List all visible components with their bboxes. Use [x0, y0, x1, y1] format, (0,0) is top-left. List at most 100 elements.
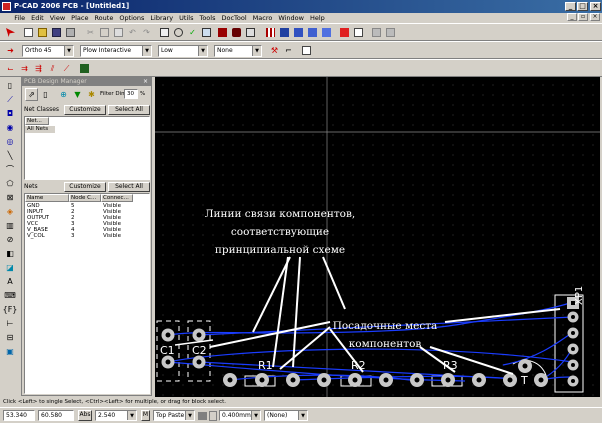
- panel-close-icon[interactable]: ×: [143, 77, 148, 86]
- paste-icon[interactable]: [112, 26, 125, 39]
- col-connections[interactable]: Connec...: [101, 194, 133, 202]
- filter-dim-input[interactable]: 30: [124, 89, 138, 99]
- place-fill-icon[interactable]: ◧: [4, 248, 16, 259]
- net-classes-col[interactable]: Net...: [25, 117, 49, 125]
- place-cutout-icon[interactable]: ⊠: [4, 192, 16, 203]
- nets-select-all-button[interactable]: Select All: [108, 182, 150, 192]
- menu-library[interactable]: Library: [147, 13, 176, 23]
- pick-icon[interactable]: [306, 26, 319, 39]
- close-button[interactable]: ×: [590, 2, 601, 11]
- zoom-icon[interactable]: [172, 26, 185, 39]
- place-point-icon[interactable]: ▣: [4, 346, 16, 357]
- miter-icon[interactable]: ⟋: [60, 62, 73, 75]
- place-pad-icon[interactable]: [230, 26, 243, 39]
- menu-edit[interactable]: Edit: [28, 13, 47, 23]
- open-icon[interactable]: [36, 26, 49, 39]
- redo-icon[interactable]: ↷: [140, 26, 153, 39]
- place-dimension-icon[interactable]: ⊢: [4, 318, 16, 329]
- route-multi-icon[interactable]: ⇶: [32, 62, 45, 75]
- net-classes-select-all-button[interactable]: Select All: [108, 105, 150, 115]
- list-item[interactable]: All Nets: [25, 126, 55, 133]
- place-plane-icon[interactable]: ▥: [4, 220, 16, 231]
- place-polygon-icon[interactable]: ⬠: [4, 178, 16, 189]
- doc-view-icon[interactable]: ▯: [39, 88, 52, 101]
- menu-route[interactable]: Route: [91, 13, 116, 23]
- table-row[interactable]: V_COL 3 Visible: [25, 233, 135, 240]
- place-keepout-icon[interactable]: ⊘: [4, 234, 16, 245]
- route-manual-icon[interactable]: ⌙: [4, 62, 17, 75]
- cut-icon[interactable]: ✂: [84, 26, 97, 39]
- place-copper-icon[interactable]: ◈: [4, 206, 16, 217]
- route-mode-icon[interactable]: ➜: [4, 44, 17, 57]
- menu-macro[interactable]: Macro: [250, 13, 276, 23]
- doc-close-button[interactable]: ×: [590, 13, 600, 21]
- menu-options[interactable]: Options: [116, 13, 147, 23]
- print-icon[interactable]: [64, 26, 77, 39]
- filter-icon[interactable]: ▼: [71, 88, 84, 101]
- route-tool-icon[interactable]: ⟋: [4, 94, 16, 105]
- menu-file[interactable]: File: [11, 13, 28, 23]
- new-icon[interactable]: [22, 26, 35, 39]
- cursor-icon[interactable]: [4, 26, 17, 39]
- none-select[interactable]: None ▼: [214, 45, 262, 57]
- maximize-button[interactable]: □: [577, 2, 588, 11]
- drc-icon[interactable]: ✓: [186, 26, 199, 39]
- menu-utils[interactable]: Utils: [176, 13, 196, 23]
- doc-minimize-button[interactable]: _: [567, 13, 577, 21]
- net-class-view-icon[interactable]: ⇗: [25, 88, 38, 101]
- layer-color-swatch[interactable]: [198, 412, 207, 420]
- place-field-icon[interactable]: {F}: [3, 304, 18, 315]
- save-layer-icon[interactable]: [292, 26, 305, 39]
- abs-button[interactable]: Abs: [78, 410, 92, 421]
- menu-doctool[interactable]: DocTool: [218, 13, 249, 23]
- doc-restore-button[interactable]: ▫: [578, 13, 588, 21]
- place-pad-tool-icon[interactable]: ◉: [4, 122, 16, 133]
- grid-select[interactable]: 2.540 ▼: [95, 410, 137, 421]
- copy-icon[interactable]: [98, 26, 111, 39]
- menu-place[interactable]: Place: [68, 13, 91, 23]
- place-via-icon[interactable]: ◎: [4, 136, 16, 147]
- zoom-window-icon[interactable]: [158, 26, 171, 39]
- library-icon[interactable]: [320, 26, 333, 39]
- route-icon[interactable]: [244, 26, 257, 39]
- nets-customize-button[interactable]: Customize: [64, 182, 106, 192]
- layer-select[interactable]: Top Paste ▼: [153, 410, 195, 421]
- place-room-icon[interactable]: ◪: [4, 262, 16, 273]
- route-interactive-icon[interactable]: ⇉: [18, 62, 31, 75]
- place-line-icon[interactable]: ╲: [4, 150, 16, 161]
- grid-icon[interactable]: [264, 26, 277, 39]
- net-classes-customize-button[interactable]: Customize: [64, 105, 106, 115]
- col-name[interactable]: Name: [25, 194, 69, 202]
- pcb-canvas[interactable]: Линии связи компонентов, соответствующие п…: [155, 77, 600, 397]
- layers-icon[interactable]: [278, 26, 291, 39]
- select-tool-icon[interactable]: ▯: [4, 80, 16, 91]
- doc-tool2-icon[interactable]: [384, 26, 397, 39]
- save-icon[interactable]: [50, 26, 63, 39]
- y-coordinate-field[interactable]: 60.580: [38, 410, 74, 421]
- col-node-count[interactable]: Node C...: [69, 194, 101, 202]
- app-icon[interactable]: [2, 2, 11, 11]
- route-bus-icon[interactable]: ⫽: [46, 62, 59, 75]
- corner-icon[interactable]: ⌐: [282, 44, 295, 57]
- net-select[interactable]: (None) ▼: [264, 410, 308, 421]
- plow-select[interactable]: Plow Interactive ▼: [80, 45, 152, 57]
- netlist-icon[interactable]: [352, 26, 365, 39]
- via-icon[interactable]: [300, 44, 313, 57]
- place-text-icon[interactable]: A: [4, 276, 16, 287]
- line-width-icon[interactable]: [209, 411, 217, 421]
- level-select[interactable]: Low ▼: [158, 45, 208, 57]
- place-arc-icon[interactable]: ⌒: [4, 164, 16, 175]
- zoom-net-icon[interactable]: ⊕: [57, 88, 70, 101]
- undo-icon[interactable]: ↶: [126, 26, 139, 39]
- minimize-button[interactable]: _: [565, 2, 576, 11]
- place-component-icon[interactable]: ◘: [4, 108, 16, 119]
- menu-view[interactable]: View: [47, 13, 68, 23]
- refresh-icon[interactable]: [200, 26, 213, 39]
- width-select[interactable]: 0.400mm ▼: [219, 410, 261, 421]
- route-option-icon[interactable]: ⚒: [268, 44, 281, 57]
- menu-help[interactable]: Help: [307, 13, 328, 23]
- menu-window[interactable]: Window: [275, 13, 307, 23]
- highlight-icon[interactable]: ✱: [85, 88, 98, 101]
- menu-tools[interactable]: Tools: [196, 13, 218, 23]
- place-pin-icon[interactable]: ⊟: [4, 332, 16, 343]
